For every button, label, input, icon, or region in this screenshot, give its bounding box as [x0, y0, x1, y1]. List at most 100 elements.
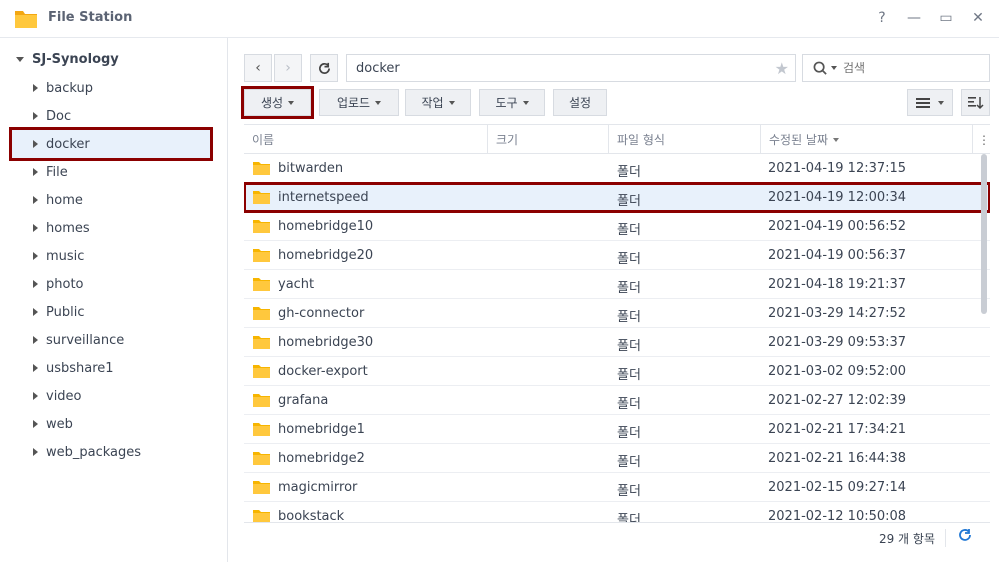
sidebar-item-surveillance[interactable]: surveillance	[12, 326, 210, 354]
sidebar-item-backup[interactable]: backup	[12, 74, 210, 102]
expand-caret-icon[interactable]	[33, 224, 38, 232]
search-icon	[813, 61, 827, 75]
expand-caret-icon[interactable]	[33, 196, 38, 204]
file-modified: 2021-04-19 00:56:52	[768, 219, 907, 234]
column-modified-label: 수정된 날짜	[769, 133, 829, 147]
sidebar-item-homes[interactable]: homes	[12, 214, 210, 242]
column-type[interactable]: 파일 형식	[609, 125, 761, 154]
sidebar-item-label: home	[46, 192, 83, 208]
maximize-button[interactable]: ▭	[937, 9, 955, 27]
refresh-button[interactable]	[310, 54, 338, 82]
table-row[interactable]: yacht 폴더 2021-04-18 19:21:37	[244, 270, 990, 299]
search-box[interactable]	[802, 54, 990, 82]
file-modified: 2021-02-21 16:44:38	[768, 451, 907, 466]
sidebar-item-label: photo	[46, 276, 84, 292]
sort-button[interactable]	[961, 89, 990, 116]
forward-button[interactable]: ›	[274, 54, 302, 82]
file-name: bitwarden	[278, 161, 344, 176]
scrollbar[interactable]	[981, 154, 987, 314]
expand-caret-icon[interactable]	[33, 392, 38, 400]
expand-caret-icon[interactable]	[33, 252, 38, 260]
sidebar-item-music[interactable]: music	[12, 242, 210, 270]
expand-caret-icon[interactable]	[33, 280, 38, 288]
sidebar-item-docker[interactable]: docker	[9, 127, 213, 161]
list-view-icon	[916, 97, 930, 108]
sidebar-item-video[interactable]: video	[12, 382, 210, 410]
sidebar-item-file[interactable]: File	[12, 158, 210, 186]
minimize-button[interactable]: —	[905, 9, 923, 27]
table-row[interactable]: docker-export 폴더 2021-03-02 09:52:00	[244, 357, 990, 386]
file-type: 폴더	[617, 426, 641, 441]
tools-button[interactable]: 도구	[479, 89, 545, 116]
file-name: grafana	[278, 393, 329, 408]
table-row[interactable]: homebridge2 폴더 2021-02-21 16:44:38	[244, 444, 990, 473]
sidebar-item-web-packages[interactable]: web_packages	[12, 438, 210, 466]
expand-caret-icon[interactable]	[33, 140, 38, 148]
close-button[interactable]: ✕	[969, 9, 987, 27]
expand-caret-icon[interactable]	[33, 168, 38, 176]
sidebar-item-doc[interactable]: Doc	[12, 102, 210, 130]
expand-caret-icon[interactable]	[33, 336, 38, 344]
sidebar-item-label: music	[46, 248, 85, 264]
sidebar-item-photo[interactable]: photo	[12, 270, 210, 298]
table-row[interactable]: gh-connector 폴더 2021-03-29 14:27:52	[244, 299, 990, 328]
expand-caret-icon[interactable]	[16, 57, 24, 62]
settings-button[interactable]: 설정	[553, 89, 607, 116]
table-row[interactable]: bookstack 폴더 2021-02-12 10:50:08	[244, 502, 990, 522]
refresh-icon[interactable]	[958, 528, 972, 546]
table-row[interactable]: bitwarden 폴더 2021-04-19 12:37:15	[244, 154, 990, 183]
star-icon[interactable]: ★	[775, 59, 789, 78]
expand-caret-icon[interactable]	[33, 112, 38, 120]
file-type: 폴더	[617, 397, 641, 412]
upload-button[interactable]: 업로드	[319, 89, 399, 116]
tools-button-label: 도구	[495, 96, 518, 110]
sidebar-item-label: File	[46, 164, 68, 180]
view-mode-button[interactable]	[907, 89, 953, 116]
title-bar: File Station ? — ▭ ✕	[0, 0, 999, 38]
file-modified: 2021-04-19 00:56:37	[768, 248, 907, 263]
expand-caret-icon[interactable]	[33, 84, 38, 92]
sidebar-item-usbshare1[interactable]: usbshare1	[12, 354, 210, 382]
expand-caret-icon[interactable]	[33, 308, 38, 316]
table-row[interactable]: homebridge30 폴더 2021-03-29 09:53:37	[244, 328, 990, 357]
item-count: 29 개 항목	[878, 532, 935, 546]
expand-caret-icon[interactable]	[33, 448, 38, 456]
expand-caret-icon[interactable]	[33, 364, 38, 372]
column-modified[interactable]: 수정된 날짜	[761, 125, 973, 154]
chevron-down-icon[interactable]	[831, 66, 837, 70]
table-row[interactable]: grafana 폴더 2021-02-27 12:02:39	[244, 386, 990, 415]
table-row[interactable]: homebridge20 폴더 2021-04-19 00:56:37	[244, 241, 990, 270]
tree-root[interactable]: SJ-Synology	[16, 52, 119, 67]
create-button[interactable]: 생성	[241, 86, 314, 119]
sidebar-item-public[interactable]: Public	[12, 298, 210, 326]
column-size[interactable]: 크기	[488, 125, 609, 154]
dropdown-arrow-icon	[375, 100, 382, 105]
expand-caret-icon[interactable]	[33, 420, 38, 428]
folder-icon	[253, 220, 270, 233]
back-button[interactable]: ‹	[244, 54, 272, 82]
folder-icon	[253, 336, 270, 349]
column-menu-button[interactable]: ⋮	[973, 125, 990, 154]
file-type: 폴더	[617, 455, 641, 470]
sidebar-item-label: surveillance	[46, 332, 125, 348]
folder-tree: SJ-Synology backup Doc docker File home homes…	[0, 38, 228, 562]
column-name[interactable]: 이름	[244, 125, 488, 154]
table-row[interactable]: homebridge1 폴더 2021-02-21 17:34:21	[244, 415, 990, 444]
help-button[interactable]: ?	[873, 9, 891, 27]
sidebar-item-web[interactable]: web	[12, 410, 210, 438]
file-type: 폴더	[617, 165, 641, 180]
table-row[interactable]: magicmirror 폴더 2021-02-15 09:27:14	[244, 473, 990, 502]
sidebar-item-home[interactable]: home	[12, 186, 210, 214]
table-row[interactable]: internetspeed 폴더 2021-04-19 12:00:34	[244, 182, 990, 213]
file-type: 폴더	[617, 252, 641, 267]
path-field[interactable]: docker ★	[346, 54, 796, 82]
sidebar-item-label: web_packages	[46, 444, 142, 460]
sidebar-item-label: web	[46, 416, 73, 432]
action-button[interactable]: 작업	[405, 89, 471, 116]
action-button-label: 작업	[421, 96, 444, 110]
file-name: docker-export	[278, 364, 368, 379]
dropdown-arrow-icon	[522, 100, 529, 105]
table-row[interactable]: homebridge10 폴더 2021-04-19 00:56:52	[244, 212, 990, 241]
file-name: bookstack	[278, 509, 345, 522]
search-input[interactable]	[843, 61, 963, 75]
